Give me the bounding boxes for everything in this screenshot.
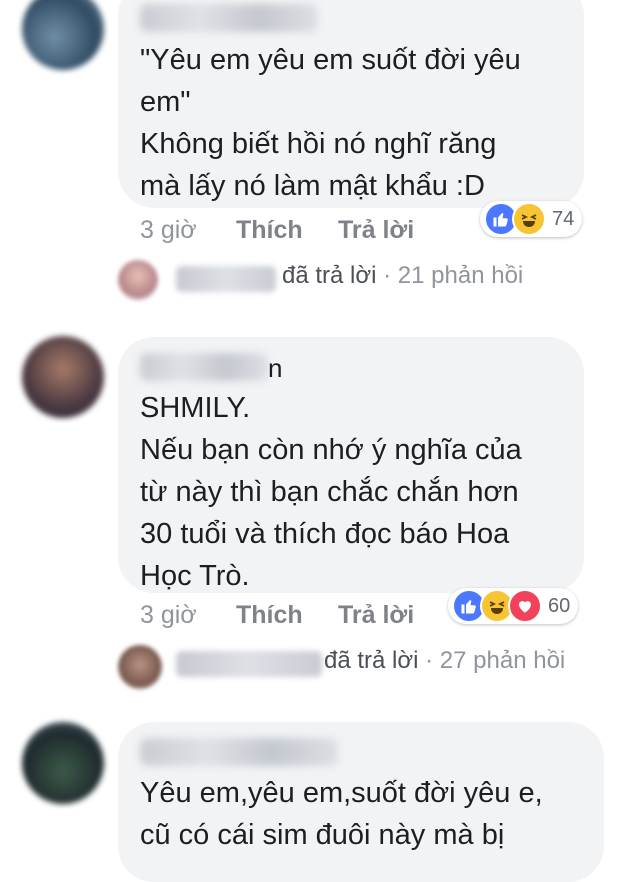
reaction-summary[interactable]: 74 bbox=[480, 201, 583, 237]
comment-author-tail: n bbox=[268, 353, 283, 383]
reply-summary[interactable]: đã trả lời · 27 phản hồi bbox=[118, 645, 618, 689]
replier-avatar bbox=[118, 645, 162, 689]
reaction-count: 60 bbox=[548, 594, 571, 617]
replier-name bbox=[176, 266, 276, 292]
replied-label: đã trả lời bbox=[282, 262, 377, 289]
comment-author[interactable] bbox=[140, 353, 268, 381]
reply-summary-text: đã trả lời · 21 phản hồi bbox=[282, 262, 523, 290]
replier-name bbox=[176, 651, 322, 677]
replied-label: đã trả lời bbox=[324, 647, 419, 674]
reaction-count: 74 bbox=[552, 207, 575, 230]
commenter-avatar[interactable] bbox=[22, 336, 104, 418]
comment-text: SHMILY. Nếu bạn còn nhớ ý nghĩa của từ n… bbox=[140, 392, 522, 592]
comment-text: "Yêu em yêu em suốt đời yêu em" Không bi… bbox=[140, 44, 521, 202]
comment-time[interactable]: 3 giờ bbox=[140, 601, 197, 630]
comment-author[interactable] bbox=[140, 4, 318, 32]
comment-bubble: Yêu em,yêu em,suốt đời yêu e, cũ có cái … bbox=[118, 722, 604, 882]
comment-bubble: n SHMILY. Nếu bạn còn nhớ ý nghĩa của từ… bbox=[118, 337, 584, 593]
reply-summary-text: đã trả lời · 27 phản hồi bbox=[324, 647, 565, 675]
commenter-avatar[interactable] bbox=[22, 0, 104, 70]
reply-separator: · bbox=[425, 647, 440, 674]
commenter-avatar[interactable] bbox=[22, 722, 104, 804]
comment-author[interactable] bbox=[140, 738, 338, 766]
comment-time[interactable]: 3 giờ bbox=[140, 216, 197, 245]
comment-bubble: "Yêu em yêu em suốt đời yêu em" Không bi… bbox=[118, 0, 584, 208]
replier-avatar bbox=[118, 260, 158, 300]
love-icon bbox=[508, 589, 542, 623]
reply-link[interactable]: Trả lời bbox=[338, 601, 414, 630]
reply-summary[interactable]: đã trả lời · 21 phản hồi bbox=[118, 260, 598, 300]
like-link[interactable]: Thích bbox=[236, 601, 303, 630]
reply-count: 27 phản hồi bbox=[439, 647, 566, 674]
comment-text: Yêu em,yêu em,suốt đời yêu e, cũ có cái … bbox=[140, 777, 543, 851]
reply-link[interactable]: Trả lời bbox=[338, 216, 414, 245]
reply-separator: · bbox=[383, 262, 398, 289]
like-link[interactable]: Thích bbox=[236, 216, 303, 245]
haha-icon bbox=[512, 202, 546, 236]
reaction-summary[interactable]: 60 bbox=[448, 588, 579, 624]
reply-count: 21 phản hồi bbox=[397, 262, 524, 289]
